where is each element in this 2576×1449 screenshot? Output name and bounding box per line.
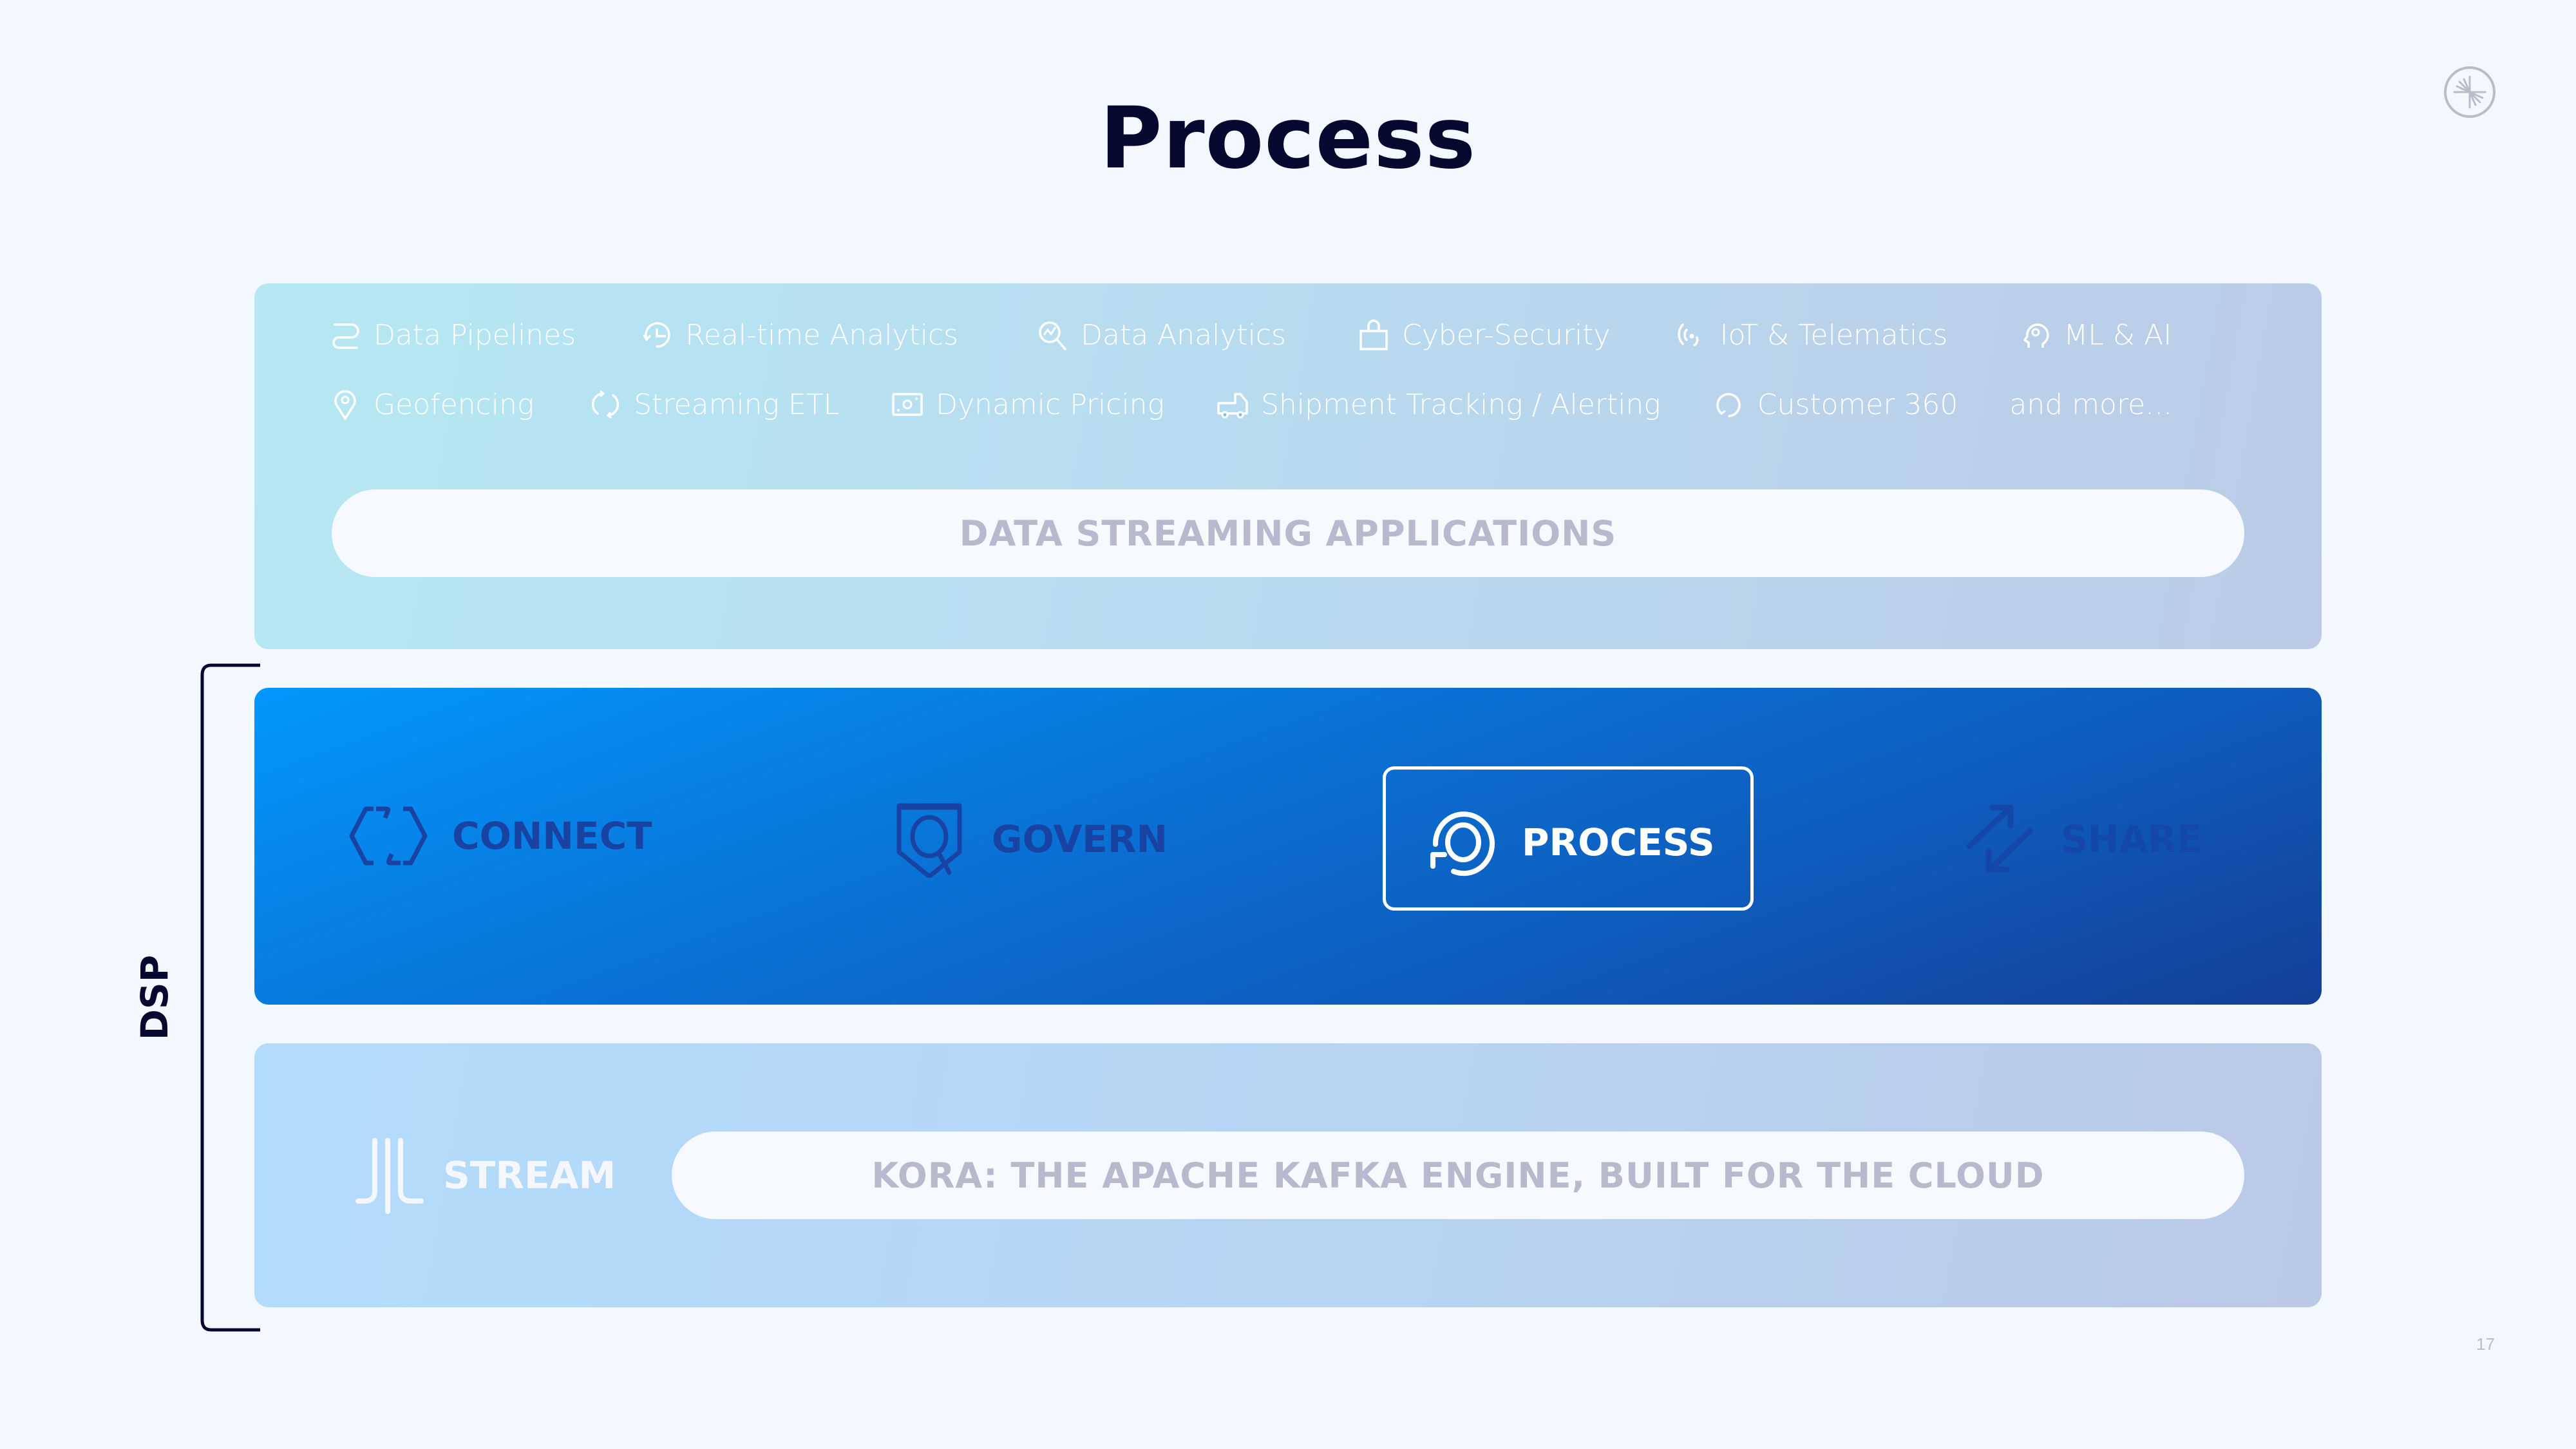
signal-icon (1677, 323, 1698, 346)
data-streaming-applications-panel: Data Pipelines Real-time Analytics Data … (254, 283, 2322, 649)
slide-title: Process (1099, 89, 1477, 188)
magnifier-chart-icon (1039, 321, 1066, 350)
app-item-geofencing: Geofencing (328, 388, 534, 421)
circular-arrow-icon (1716, 393, 1741, 417)
app-label: Data Analytics (1081, 318, 1286, 352)
dsp-capabilities-panel: CONNECT GOVERN PROCESS SHARE (254, 688, 2322, 1005)
price-tag-icon (892, 393, 923, 416)
capability-label: CONNECT (452, 814, 652, 858)
process-cycle-icon (1430, 811, 1495, 876)
dsp-label: DSP (133, 954, 176, 1041)
cycle-arrows-icon (592, 390, 620, 419)
shield-magnifier-icon (896, 803, 962, 878)
app-item-streaming-etl: Streaming ETL (589, 388, 839, 421)
capability-connect[interactable]: CONNECT (348, 804, 652, 868)
app-item-customer-360: Customer 360 (1712, 388, 1958, 421)
app-label: Dynamic Pricing (936, 388, 1164, 421)
app-item-ml-ai: ML & AI (2018, 318, 2172, 352)
app-item-real-time-analytics: Real-time Analytics (640, 318, 958, 352)
stream-panel: STREAM KORA: THE APACHE KAFKA ENGINE, BU… (254, 1043, 2322, 1307)
app-item-data-analytics: Data Analytics (1036, 318, 1286, 352)
capability-govern[interactable]: GOVERN (895, 800, 1168, 878)
capability-stream[interactable]: STREAM (354, 1137, 616, 1214)
app-label: Shipment Tracking / Alerting (1260, 388, 1661, 421)
stream-lines-icon (355, 1138, 424, 1214)
pill-label: DATA STREAMING APPLICATIONS (959, 513, 1617, 554)
pipeline-icon (332, 323, 359, 349)
app-label: Cyber-Security (1401, 318, 1611, 352)
app-label: and more... (2009, 388, 2173, 421)
app-item-iot-telematics: IoT & Telematics (1675, 318, 1948, 352)
page-number: 17 (2476, 1334, 2495, 1354)
capability-label: SHARE (2061, 817, 2202, 861)
kora-engine-pill: KORA: THE APACHE KAFKA ENGINE, BUILT FOR… (672, 1132, 2244, 1219)
capability-label: STREAM (443, 1153, 616, 1197)
app-item-data-pipelines: Data Pipelines (328, 318, 576, 352)
app-label: ML & AI (2063, 318, 2172, 352)
head-brain-icon (2023, 323, 2049, 348)
app-label: Customer 360 (1757, 388, 1958, 421)
app-item-cyber-security: Cyber-Security (1357, 318, 1611, 352)
data-streaming-applications-pill: DATA STREAMING APPLICATIONS (332, 489, 2244, 577)
app-label: IoT & Telematics (1719, 318, 1948, 352)
applications-row-1: Data Pipelines Real-time Analytics Data … (328, 318, 2172, 352)
capability-process[interactable]: PROCESS (1428, 807, 1715, 878)
app-label: Streaming ETL (634, 388, 840, 421)
app-label: Geofencing (374, 388, 535, 421)
dsp-bracket (200, 663, 260, 1332)
clock-refresh-icon (643, 322, 670, 348)
exchange-arrows-icon (1966, 804, 2033, 873)
lock-icon (1359, 319, 1388, 350)
capability-label: GOVERN (992, 817, 1168, 861)
app-item-shipment-tracking: Shipment Tracking / Alerting (1216, 388, 1661, 421)
truck-icon (1217, 393, 1248, 419)
capability-share[interactable]: SHARE (1964, 804, 2202, 875)
capability-label: PROCESS (1522, 820, 1715, 864)
pill-label: KORA: THE APACHE KAFKA ENGINE, BUILT FOR… (871, 1155, 2045, 1196)
app-label: Real-time Analytics (685, 318, 959, 352)
app-item-and-more: and more... (2009, 388, 2172, 421)
hexagon-connector-icon (349, 806, 428, 866)
app-label: Data Pipelines (374, 318, 576, 352)
confluent-logo-icon (2444, 66, 2496, 118)
app-item-dynamic-pricing: Dynamic Pricing (891, 388, 1164, 421)
map-pin-icon (334, 390, 356, 420)
applications-row-2: Geofencing Streaming ETL Dynamic Pricing… (328, 388, 2172, 421)
